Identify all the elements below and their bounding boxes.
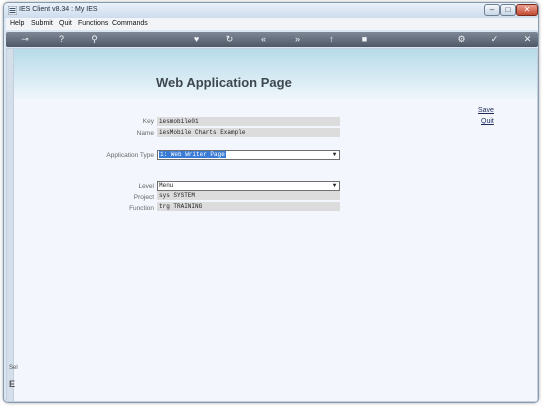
sidebar-hint-top: Sel (9, 365, 18, 371)
maximize-button[interactable]: □ (500, 4, 516, 16)
application-type-label: Application Type (106, 152, 154, 159)
heart-icon[interactable]: ♥ (191, 34, 202, 45)
chevron-down-icon[interactable]: ▼ (331, 182, 338, 190)
key-icon[interactable]: ⊸ (16, 34, 34, 45)
key-field[interactable]: iesmobile01 (157, 117, 340, 126)
left-sidebar: Sel E (7, 49, 18, 401)
upload-icon[interactable]: ↑ (326, 34, 337, 45)
check-icon[interactable]: ✓ (489, 34, 500, 45)
level-value: Menu (159, 182, 174, 189)
function-field[interactable]: trg TRAINING (157, 202, 340, 211)
sidebar-hint-bottom: E (9, 379, 16, 389)
title-bar: IES Client v8.34 : My IES – □ ✕ (4, 3, 538, 18)
toolbar: ⊸ ? ⚲ ♥ ↻ « » ↑ ■ ⚙ ✓ ✕ (6, 32, 538, 47)
fast-forward-icon[interactable]: » (292, 34, 303, 45)
project-field[interactable]: sys SYSTEM (157, 191, 340, 200)
stop-icon[interactable]: ■ (359, 34, 370, 45)
close-icon[interactable]: ✕ (522, 34, 533, 45)
function-label: Function (129, 205, 154, 212)
menu-bar: Help Submit Quit Functions Commands (6, 18, 538, 30)
name-field[interactable]: iesMobile Charts Example (157, 128, 340, 137)
menu-help[interactable]: Help (10, 20, 24, 27)
application-type-value: 1: Web Writer Page (159, 151, 226, 158)
menu-commands[interactable]: Commands (112, 20, 148, 27)
level-select[interactable]: Menu ▼ (157, 181, 340, 191)
window-title: IES Client v8.34 : My IES (19, 6, 98, 13)
quit-link[interactable]: Quit (481, 118, 494, 125)
settings-icon[interactable]: ⚙ (456, 34, 467, 45)
menu-quit[interactable]: Quit (59, 20, 72, 27)
app-icon (8, 6, 17, 15)
level-label: Level (138, 183, 154, 190)
page-title: Web Application Page (156, 75, 292, 90)
key-label: Key (142, 118, 154, 125)
project-label: Project (133, 194, 154, 201)
app-window: IES Client v8.34 : My IES – □ ✕ Help Sub… (3, 2, 539, 403)
chevron-down-icon[interactable]: ▼ (331, 151, 338, 159)
help-icon[interactable]: ? (56, 34, 67, 45)
refresh-icon[interactable]: ↻ (224, 34, 235, 45)
minimize-button[interactable]: – (484, 4, 500, 16)
save-link[interactable]: Save (478, 107, 494, 114)
header-band (14, 49, 537, 99)
name-label: Name (136, 130, 154, 137)
application-type-select[interactable]: 1: Web Writer Page ▼ (157, 150, 340, 160)
main-content: Sel E Web Application Page Save Quit Key… (6, 48, 538, 402)
menu-submit[interactable]: Submit (31, 20, 53, 27)
search-icon[interactable]: ⚲ (89, 34, 100, 45)
close-window-button[interactable]: ✕ (516, 4, 538, 16)
rewind-icon[interactable]: « (258, 34, 269, 45)
menu-functions[interactable]: Functions (78, 20, 108, 27)
